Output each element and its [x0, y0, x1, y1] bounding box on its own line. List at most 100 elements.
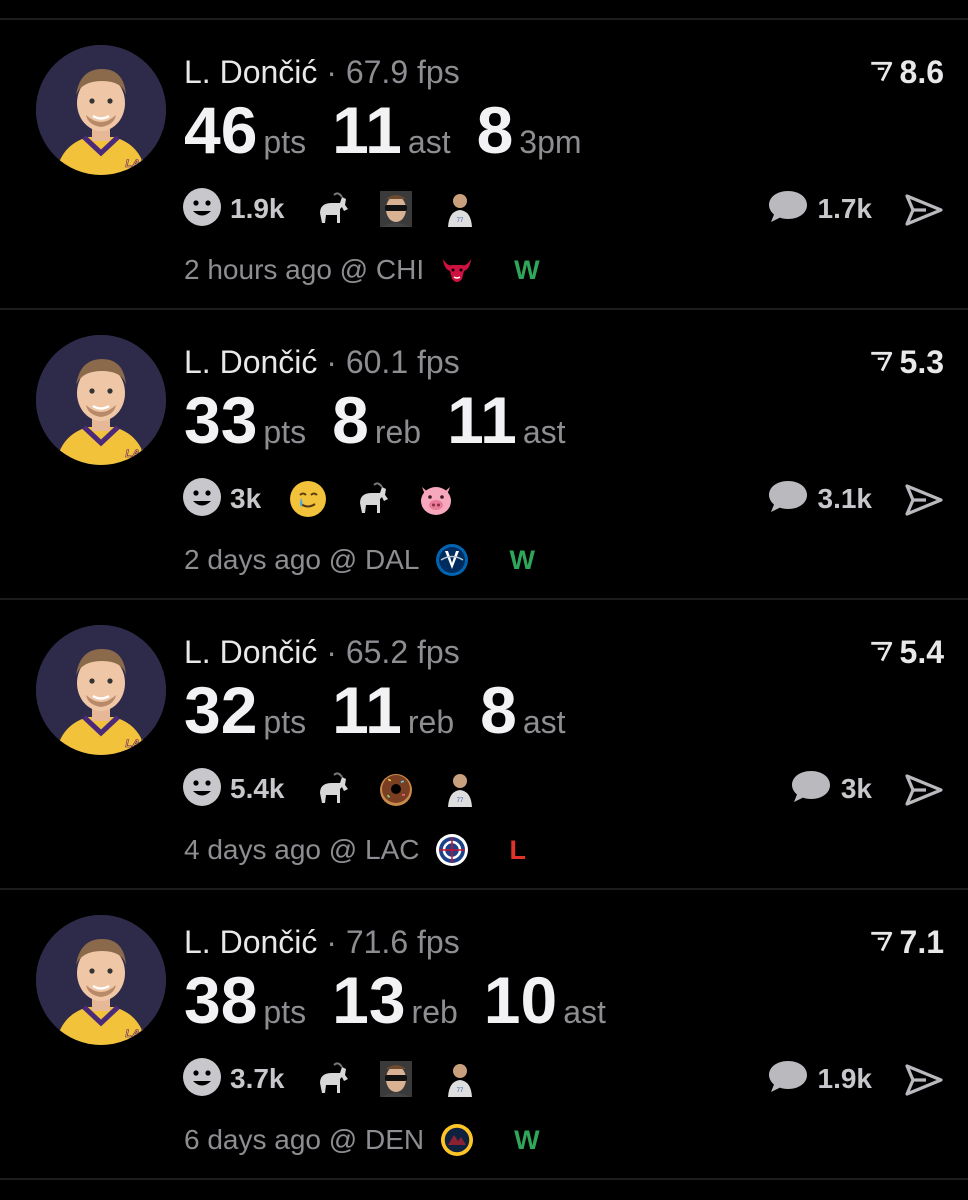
score-icon	[868, 929, 894, 955]
stat-line: 38 pts 13 reb 10 ast	[184, 960, 632, 1040]
svg-text:77: 77	[456, 218, 463, 224]
stat-line: 32 pts 11 reb 8 ast	[184, 670, 592, 750]
post-card[interactable]: LAKERS L. Dončić · 60.1 fps 5.3 33pts 8r…	[0, 310, 968, 600]
score-value: 8.6	[899, 54, 944, 90]
reaction-count[interactable]: 3k	[230, 483, 261, 515]
score-icon	[868, 349, 894, 375]
stat-unit: ast	[407, 124, 451, 160]
stat-unit: pts	[263, 994, 307, 1030]
post-card[interactable]: LAKERS L. Dončić · 65.2 fps 5.4 32pts 11…	[0, 600, 968, 890]
stat-line: 33 pts 8 reb 11 ast	[184, 380, 592, 460]
stat-item: 8 reb	[332, 380, 421, 460]
player-name[interactable]: L. Dončić	[184, 634, 317, 670]
share-button[interactable]	[902, 478, 946, 522]
reaction-count[interactable]: 5.4k	[230, 773, 285, 805]
separator: ·	[326, 634, 337, 670]
share-button[interactable]	[902, 768, 946, 812]
stat-unit: reb	[407, 704, 455, 740]
comments-button[interactable]: 1.9k	[766, 1056, 873, 1102]
separator: ·	[326, 54, 337, 90]
stat-unit: pts	[263, 704, 307, 740]
score-badge: 8.6	[868, 52, 944, 92]
player-name[interactable]: L. Dončić	[184, 54, 317, 90]
pig-icon[interactable]	[415, 478, 457, 520]
fps-value: 65.2	[345, 634, 409, 670]
at-sign: @	[328, 1124, 358, 1155]
player-avatar[interactable]: LAKERS	[36, 915, 166, 1045]
smile-reaction-icon[interactable]	[182, 187, 222, 232]
stat-value: 11	[332, 673, 402, 747]
reactions-bar: 5.4k 77	[182, 766, 503, 812]
opponent-name: CHI	[375, 254, 425, 285]
sunglasses-player-icon[interactable]	[375, 188, 417, 230]
time-ago: 2 hours ago	[184, 254, 332, 285]
separator: ·	[326, 344, 337, 380]
comment-bubble-icon	[766, 187, 810, 232]
stat-value: 33	[184, 383, 258, 457]
player-name[interactable]: L. Dončić	[184, 924, 317, 960]
player-name[interactable]: L. Dončić	[184, 344, 317, 380]
goat-icon[interactable]	[351, 478, 393, 520]
comments-button[interactable]: 1.7k	[766, 186, 872, 232]
reaction-count[interactable]: 3.7k	[230, 1063, 285, 1095]
stat-unit: reb	[374, 414, 422, 450]
opponent-name: LAC	[365, 834, 420, 865]
stat-line: 46 pts 11 ast 8 3pm	[184, 90, 608, 170]
comment-bubble-icon	[766, 477, 810, 522]
game-info: 4 days ago @ LAC L	[184, 828, 526, 872]
player-avatar[interactable]: LAKERS	[36, 45, 166, 175]
donut-icon[interactable]	[375, 768, 417, 810]
stat-item: 33 pts	[184, 380, 306, 460]
reaction-count[interactable]: 1.9k	[230, 193, 285, 225]
goat-icon[interactable]	[311, 768, 353, 810]
svg-text:LAKERS: LAKERS	[125, 1028, 166, 1040]
comments-button[interactable]: 3k	[789, 766, 872, 812]
comment-bubble-icon	[766, 1057, 810, 1102]
player-avatar[interactable]: LAKERS	[36, 335, 166, 465]
stat-unit: 3pm	[519, 124, 582, 160]
stat-value: 38	[184, 963, 258, 1037]
time-ago: 2 days ago	[184, 544, 321, 575]
post-card[interactable]: LAKERS L. Dončić · 71.6 fps 7.1 38pts 13…	[0, 890, 968, 1180]
score-icon	[868, 639, 894, 665]
goat-icon[interactable]	[311, 188, 353, 230]
stat-value: 8	[332, 383, 369, 457]
clippers-logo-icon	[427, 833, 489, 867]
share-button[interactable]	[902, 188, 946, 232]
fps-unit: fps	[417, 634, 460, 670]
reactions-bar: 3k	[182, 476, 479, 522]
score-value: 5.4	[899, 634, 944, 670]
fps-unit: fps	[417, 924, 460, 960]
comments-button[interactable]: 3.1k	[766, 476, 872, 522]
player-photo-icon[interactable]: 77	[439, 1058, 481, 1100]
stat-unit: pts	[263, 414, 307, 450]
svg-text:77: 77	[456, 1088, 463, 1094]
post-header: L. Dončić · 67.9 fps	[184, 52, 460, 92]
score-value: 5.3	[899, 344, 944, 380]
stat-item: 38 pts	[184, 960, 306, 1040]
comment-count: 1.9k	[817, 1063, 873, 1094]
player-avatar[interactable]: LAKERS	[36, 625, 166, 755]
time-ago: 4 days ago	[184, 834, 321, 865]
stat-item: 11 ast	[332, 90, 450, 170]
at-sign: @	[328, 834, 358, 865]
stat-value: 11	[332, 93, 402, 167]
post-card[interactable]: LAKERS L. Dončić · 67.9 fps 8.6 46pts 11…	[0, 20, 968, 310]
fps-unit: fps	[417, 54, 460, 90]
smile-reaction-icon[interactable]	[182, 1057, 222, 1102]
smile-reaction-icon[interactable]	[182, 477, 222, 522]
player-photo-icon[interactable]: 77	[439, 188, 481, 230]
separator: ·	[326, 924, 337, 960]
stat-value: 46	[184, 93, 258, 167]
at-sign: @	[328, 544, 358, 575]
stat-item: 10 ast	[484, 960, 606, 1040]
sunglasses-player-icon[interactable]	[375, 1058, 417, 1100]
svg-text:LAKERS: LAKERS	[125, 158, 166, 170]
tear-smile-icon[interactable]	[287, 478, 329, 520]
share-button[interactable]	[902, 1058, 946, 1102]
player-photo-icon[interactable]: 77	[439, 768, 481, 810]
goat-icon[interactable]	[311, 1058, 353, 1100]
fps-value: 67.9	[345, 54, 409, 90]
smile-reaction-icon[interactable]	[182, 767, 222, 812]
fps-value: 71.6	[345, 924, 409, 960]
